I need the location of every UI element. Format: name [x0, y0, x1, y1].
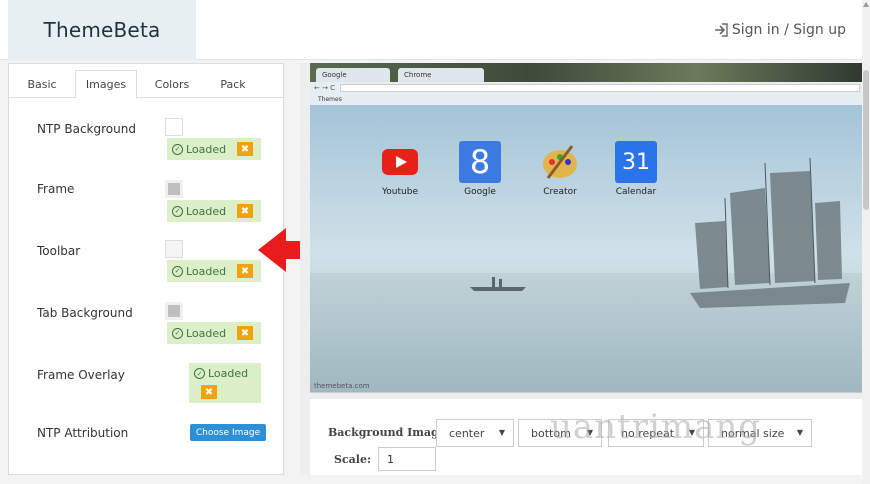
signin-link[interactable]: Sign in / Sign up: [714, 22, 846, 38]
app-creator: Creator: [530, 141, 590, 197]
check-circle-icon: ✓: [172, 265, 183, 277]
status-text: Loaded: [208, 367, 249, 380]
preview-panel: Google Chrome ← → C Themes Youtube 8 Goo…: [300, 63, 862, 475]
scroll-up-arrow-icon[interactable]: [863, 2, 869, 7]
chevron-down-icon: ▼: [796, 428, 803, 437]
preview-nav-icons: ← → C: [314, 84, 336, 92]
frame-swatch[interactable]: [165, 180, 183, 198]
background-image-label: Background Image:: [328, 426, 450, 439]
image-settings-panel: Basic Images Colors Pack NTP Background …: [8, 63, 284, 475]
frame-overlay-status: ✓ Loaded ✖: [189, 363, 261, 403]
tab-images[interactable]: Images: [75, 70, 137, 99]
watermark-logo: uantrimang: [550, 407, 762, 447]
status-text: Loaded: [186, 326, 227, 340]
app-label: Creator: [543, 187, 577, 197]
scale-value: 1: [387, 452, 394, 466]
scale-input[interactable]: 1: [378, 447, 436, 471]
tab-background-status: ✓ Loaded ✖: [167, 322, 261, 344]
preview-attribution: themebeta.com: [314, 382, 370, 390]
creator-palette-icon: [539, 141, 581, 183]
check-circle-icon: ✓: [172, 205, 183, 217]
top-header: ThemeBeta Sign in / Sign up: [0, 0, 862, 60]
app-google: 8 Google: [450, 141, 510, 197]
tab-pack[interactable]: Pack: [209, 70, 257, 98]
junk-ship-image: [690, 157, 850, 308]
position-x-select[interactable]: center ▼: [436, 419, 514, 447]
ntp-background-swatch[interactable]: [165, 118, 183, 136]
position-x-value: center: [449, 426, 485, 440]
choose-image-button[interactable]: Choose Image: [190, 424, 266, 441]
app-label: Google: [464, 187, 496, 197]
ntp-attribution-label: NTP Attribution: [37, 426, 129, 440]
status-text: Loaded: [186, 142, 227, 156]
signin-label: Sign in / Sign up: [731, 22, 846, 38]
preview-tab-label: Google: [322, 71, 347, 79]
site-logo-text: ThemeBeta: [43, 18, 161, 42]
app-label: Youtube: [382, 187, 418, 197]
preview-bookmark-bar: Themes: [310, 94, 862, 105]
chevron-down-icon: ▼: [498, 428, 505, 437]
remove-tab-background-button[interactable]: ✖: [237, 326, 253, 340]
status-text: Loaded: [186, 204, 227, 218]
google-icon: 8: [459, 141, 501, 183]
frame-status: ✓ Loaded ✖: [167, 200, 261, 222]
scale-label: Scale:: [334, 453, 372, 466]
tab-basic[interactable]: Basic: [21, 70, 63, 98]
background-controls: Background Image: center ▼ bottom ▼ no r…: [310, 399, 862, 475]
small-boat-image: [470, 277, 526, 291]
theme-preview: Google Chrome ← → C Themes Youtube 8 Goo…: [310, 63, 862, 393]
calendar-icon: 31: [615, 141, 657, 183]
app-calendar: 31 Calendar: [606, 141, 666, 197]
ntp-background-label: NTP Background: [37, 122, 136, 136]
youtube-icon: [379, 141, 421, 183]
tab-background-label: Tab Background: [37, 306, 133, 320]
preview-tab-google: Google: [316, 68, 390, 82]
sign-in-icon: [714, 23, 728, 37]
tab-background-swatch[interactable]: [165, 302, 183, 320]
remove-toolbar-button[interactable]: ✖: [237, 264, 253, 278]
page-scrollbar[interactable]: [862, 0, 870, 484]
toolbar-swatch[interactable]: [165, 240, 183, 258]
preview-tab-chrome: Chrome: [398, 68, 484, 82]
remove-frame-overlay-button[interactable]: ✖: [201, 385, 217, 399]
scrollbar-thumb[interactable]: [863, 70, 869, 210]
preview-address-bar: ← → C: [310, 82, 862, 94]
frame-overlay-label: Frame Overlay: [37, 368, 125, 382]
frame-label: Frame: [37, 182, 75, 196]
frame-overlay-status-label: ✓ Loaded: [194, 367, 248, 380]
preview-omnibox: [340, 84, 860, 92]
app-label: Calendar: [615, 187, 657, 197]
check-circle-icon: ✓: [194, 368, 205, 379]
check-circle-icon: ✓: [172, 327, 183, 339]
site-logo[interactable]: ThemeBeta: [8, 0, 196, 60]
remove-frame-button[interactable]: ✖: [237, 204, 253, 218]
tab-bar: Basic Images Colors Pack: [9, 64, 283, 99]
ntp-background-status: ✓ Loaded ✖: [167, 138, 261, 160]
status-text: Loaded: [186, 264, 227, 278]
toolbar-label: Toolbar: [37, 244, 81, 258]
preview-bookmark: Themes: [318, 96, 342, 103]
tab-colors[interactable]: Colors: [147, 70, 197, 98]
toolbar-status: ✓ Loaded ✖: [167, 260, 261, 282]
remove-ntp-background-button[interactable]: ✖: [237, 142, 253, 156]
check-circle-icon: ✓: [172, 143, 183, 155]
app-youtube: Youtube: [370, 141, 430, 197]
preview-tab-label: Chrome: [404, 71, 432, 79]
